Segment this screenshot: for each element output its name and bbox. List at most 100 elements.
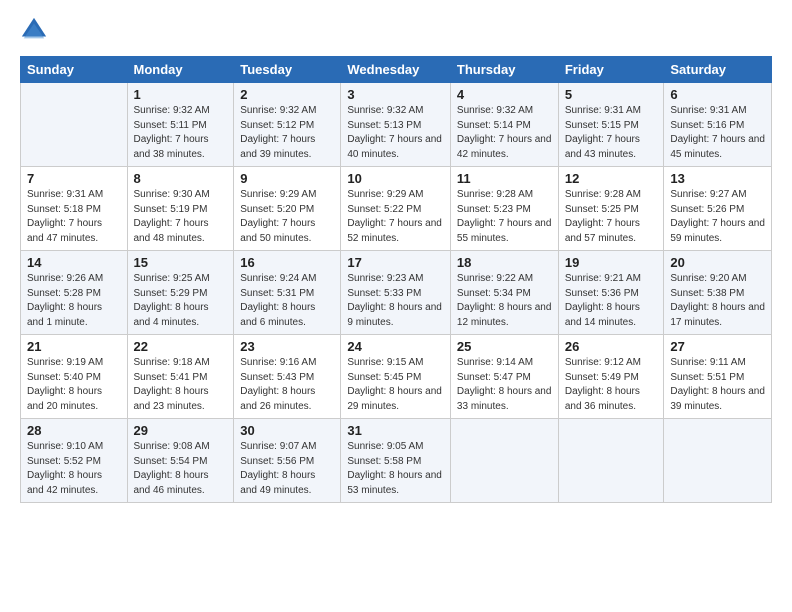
day-number: 29 <box>134 423 228 438</box>
day-info: Sunrise: 9:32 AMSunset: 5:11 PMDaylight:… <box>134 104 228 162</box>
weekday-header-monday: Monday <box>127 57 234 83</box>
calendar-cell: 23 Sunrise: 9:16 AMSunset: 5:43 PMDaylig… <box>234 335 341 419</box>
day-info: Sunrise: 9:32 AMSunset: 5:12 PMDaylight:… <box>240 104 334 162</box>
weekday-header-saturday: Saturday <box>664 57 772 83</box>
calendar-cell: 26 Sunrise: 9:12 AMSunset: 5:49 PMDaylig… <box>558 335 664 419</box>
calendar-cell: 14 Sunrise: 9:26 AMSunset: 5:28 PMDaylig… <box>21 251 128 335</box>
day-info: Sunrise: 9:08 AMSunset: 5:54 PMDaylight:… <box>134 440 228 498</box>
calendar-week-row: 21 Sunrise: 9:19 AMSunset: 5:40 PMDaylig… <box>21 335 772 419</box>
calendar-cell: 3 Sunrise: 9:32 AMSunset: 5:13 PMDayligh… <box>341 83 451 167</box>
day-number: 6 <box>670 87 765 102</box>
day-info: Sunrise: 9:25 AMSunset: 5:29 PMDaylight:… <box>134 272 228 330</box>
calendar-cell <box>558 419 664 503</box>
calendar-cell: 4 Sunrise: 9:32 AMSunset: 5:14 PMDayligh… <box>450 83 558 167</box>
calendar-cell: 8 Sunrise: 9:30 AMSunset: 5:19 PMDayligh… <box>127 167 234 251</box>
day-number: 28 <box>27 423 121 438</box>
day-info: Sunrise: 9:26 AMSunset: 5:28 PMDaylight:… <box>27 272 121 330</box>
calendar-week-row: 7 Sunrise: 9:31 AMSunset: 5:18 PMDayligh… <box>21 167 772 251</box>
day-number: 27 <box>670 339 765 354</box>
page-container: SundayMondayTuesdayWednesdayThursdayFrid… <box>0 0 792 513</box>
day-info: Sunrise: 9:29 AMSunset: 5:20 PMDaylight:… <box>240 188 334 246</box>
calendar-cell: 25 Sunrise: 9:14 AMSunset: 5:47 PMDaylig… <box>450 335 558 419</box>
calendar-cell: 19 Sunrise: 9:21 AMSunset: 5:36 PMDaylig… <box>558 251 664 335</box>
day-info: Sunrise: 9:32 AMSunset: 5:13 PMDaylight:… <box>347 104 444 162</box>
day-number: 12 <box>565 171 658 186</box>
day-number: 31 <box>347 423 444 438</box>
day-info: Sunrise: 9:31 AMSunset: 5:15 PMDaylight:… <box>565 104 658 162</box>
day-info: Sunrise: 9:11 AMSunset: 5:51 PMDaylight:… <box>670 356 765 414</box>
calendar-cell: 15 Sunrise: 9:25 AMSunset: 5:29 PMDaylig… <box>127 251 234 335</box>
weekday-header-sunday: Sunday <box>21 57 128 83</box>
calendar-cell: 31 Sunrise: 9:05 AMSunset: 5:58 PMDaylig… <box>341 419 451 503</box>
day-number: 20 <box>670 255 765 270</box>
calendar-cell: 21 Sunrise: 9:19 AMSunset: 5:40 PMDaylig… <box>21 335 128 419</box>
day-number: 4 <box>457 87 552 102</box>
day-info: Sunrise: 9:21 AMSunset: 5:36 PMDaylight:… <box>565 272 658 330</box>
day-info: Sunrise: 9:05 AMSunset: 5:58 PMDaylight:… <box>347 440 444 498</box>
day-number: 18 <box>457 255 552 270</box>
day-number: 17 <box>347 255 444 270</box>
weekday-header-friday: Friday <box>558 57 664 83</box>
calendar-cell: 29 Sunrise: 9:08 AMSunset: 5:54 PMDaylig… <box>127 419 234 503</box>
day-info: Sunrise: 9:12 AMSunset: 5:49 PMDaylight:… <box>565 356 658 414</box>
day-number: 22 <box>134 339 228 354</box>
logo-icon <box>20 16 48 44</box>
day-number: 13 <box>670 171 765 186</box>
day-info: Sunrise: 9:30 AMSunset: 5:19 PMDaylight:… <box>134 188 228 246</box>
day-info: Sunrise: 9:27 AMSunset: 5:26 PMDaylight:… <box>670 188 765 246</box>
calendar-cell: 1 Sunrise: 9:32 AMSunset: 5:11 PMDayligh… <box>127 83 234 167</box>
day-number: 25 <box>457 339 552 354</box>
day-number: 1 <box>134 87 228 102</box>
logo <box>20 16 52 44</box>
day-number: 8 <box>134 171 228 186</box>
day-number: 9 <box>240 171 334 186</box>
calendar-cell: 17 Sunrise: 9:23 AMSunset: 5:33 PMDaylig… <box>341 251 451 335</box>
day-number: 11 <box>457 171 552 186</box>
day-info: Sunrise: 9:07 AMSunset: 5:56 PMDaylight:… <box>240 440 334 498</box>
calendar-cell: 11 Sunrise: 9:28 AMSunset: 5:23 PMDaylig… <box>450 167 558 251</box>
day-number: 5 <box>565 87 658 102</box>
day-number: 2 <box>240 87 334 102</box>
day-number: 30 <box>240 423 334 438</box>
weekday-header-thursday: Thursday <box>450 57 558 83</box>
day-number: 15 <box>134 255 228 270</box>
day-info: Sunrise: 9:29 AMSunset: 5:22 PMDaylight:… <box>347 188 444 246</box>
day-info: Sunrise: 9:18 AMSunset: 5:41 PMDaylight:… <box>134 356 228 414</box>
day-number: 26 <box>565 339 658 354</box>
calendar-week-row: 28 Sunrise: 9:10 AMSunset: 5:52 PMDaylig… <box>21 419 772 503</box>
day-info: Sunrise: 9:10 AMSunset: 5:52 PMDaylight:… <box>27 440 121 498</box>
day-number: 3 <box>347 87 444 102</box>
day-number: 14 <box>27 255 121 270</box>
header <box>20 16 772 44</box>
day-number: 10 <box>347 171 444 186</box>
calendar-cell: 2 Sunrise: 9:32 AMSunset: 5:12 PMDayligh… <box>234 83 341 167</box>
day-number: 7 <box>27 171 121 186</box>
day-info: Sunrise: 9:28 AMSunset: 5:23 PMDaylight:… <box>457 188 552 246</box>
calendar-cell: 24 Sunrise: 9:15 AMSunset: 5:45 PMDaylig… <box>341 335 451 419</box>
day-info: Sunrise: 9:31 AMSunset: 5:16 PMDaylight:… <box>670 104 765 162</box>
day-info: Sunrise: 9:22 AMSunset: 5:34 PMDaylight:… <box>457 272 552 330</box>
calendar-cell: 7 Sunrise: 9:31 AMSunset: 5:18 PMDayligh… <box>21 167 128 251</box>
calendar-cell <box>21 83 128 167</box>
day-number: 24 <box>347 339 444 354</box>
calendar-cell: 20 Sunrise: 9:20 AMSunset: 5:38 PMDaylig… <box>664 251 772 335</box>
day-info: Sunrise: 9:23 AMSunset: 5:33 PMDaylight:… <box>347 272 444 330</box>
calendar-cell: 13 Sunrise: 9:27 AMSunset: 5:26 PMDaylig… <box>664 167 772 251</box>
calendar-cell: 12 Sunrise: 9:28 AMSunset: 5:25 PMDaylig… <box>558 167 664 251</box>
weekday-header-wednesday: Wednesday <box>341 57 451 83</box>
calendar-cell: 9 Sunrise: 9:29 AMSunset: 5:20 PMDayligh… <box>234 167 341 251</box>
calendar-cell <box>450 419 558 503</box>
calendar-cell <box>664 419 772 503</box>
day-number: 16 <box>240 255 334 270</box>
calendar-cell: 18 Sunrise: 9:22 AMSunset: 5:34 PMDaylig… <box>450 251 558 335</box>
calendar-cell: 30 Sunrise: 9:07 AMSunset: 5:56 PMDaylig… <box>234 419 341 503</box>
day-info: Sunrise: 9:15 AMSunset: 5:45 PMDaylight:… <box>347 356 444 414</box>
calendar-week-row: 1 Sunrise: 9:32 AMSunset: 5:11 PMDayligh… <box>21 83 772 167</box>
day-info: Sunrise: 9:16 AMSunset: 5:43 PMDaylight:… <box>240 356 334 414</box>
day-number: 23 <box>240 339 334 354</box>
calendar-cell: 22 Sunrise: 9:18 AMSunset: 5:41 PMDaylig… <box>127 335 234 419</box>
calendar-cell: 27 Sunrise: 9:11 AMSunset: 5:51 PMDaylig… <box>664 335 772 419</box>
calendar-cell: 10 Sunrise: 9:29 AMSunset: 5:22 PMDaylig… <box>341 167 451 251</box>
day-info: Sunrise: 9:19 AMSunset: 5:40 PMDaylight:… <box>27 356 121 414</box>
weekday-header-row: SundayMondayTuesdayWednesdayThursdayFrid… <box>21 57 772 83</box>
